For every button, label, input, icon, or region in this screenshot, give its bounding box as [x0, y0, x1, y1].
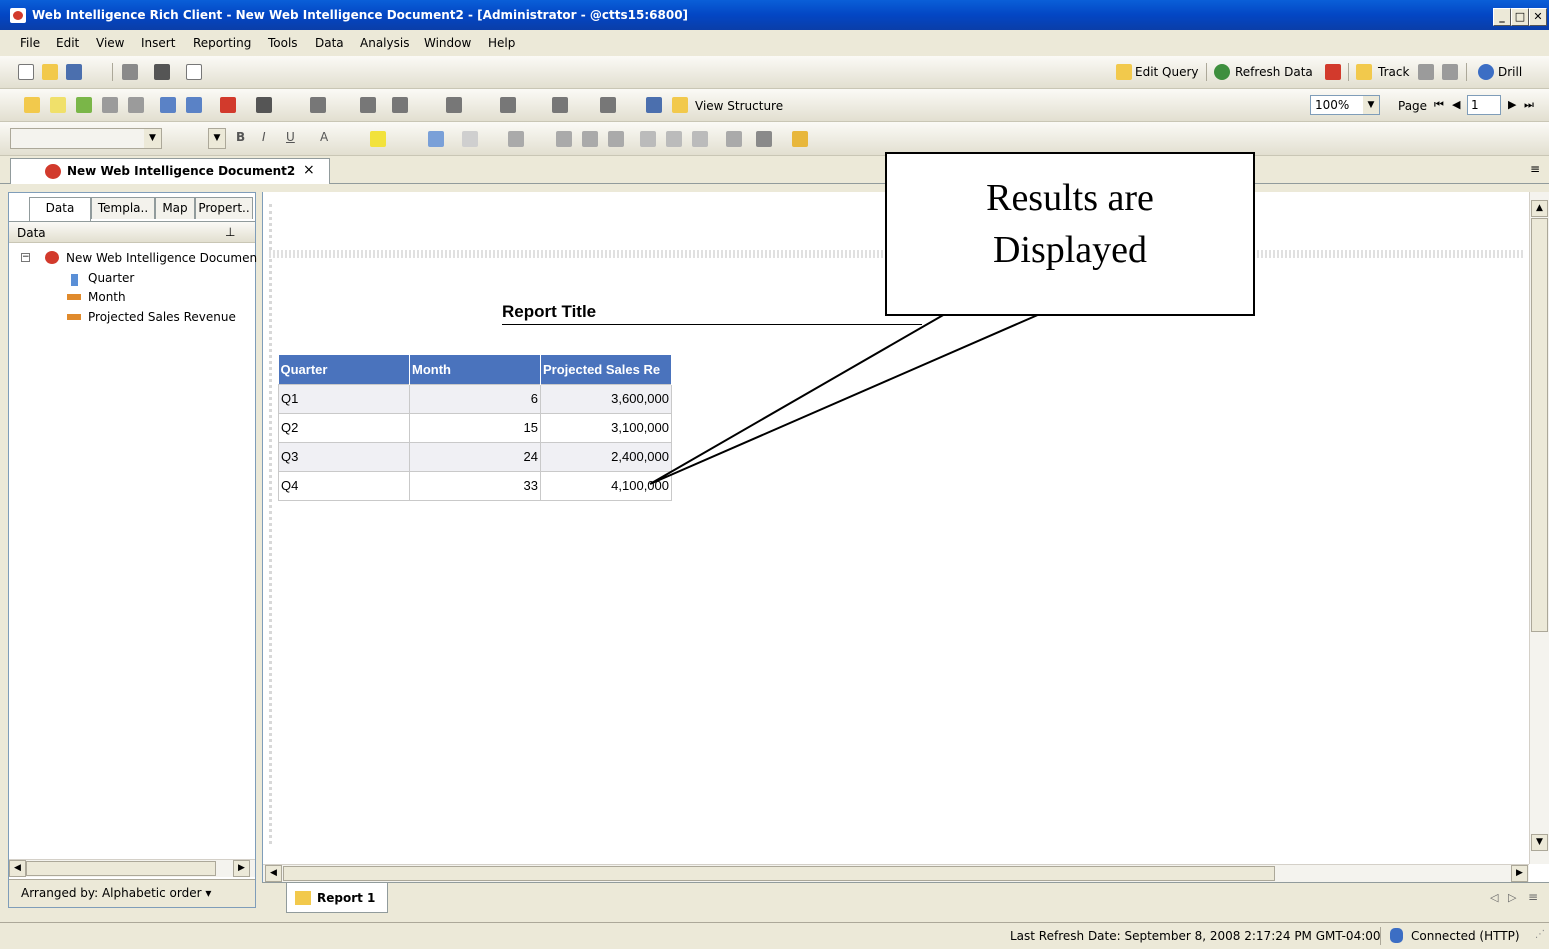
- callout-line-2: Displayed: [992, 229, 1148, 271]
- report-list-icon[interactable]: ≡: [1528, 890, 1538, 904]
- database-icon: [1390, 928, 1403, 943]
- report-icon: [295, 891, 311, 905]
- status-separator: [1380, 927, 1381, 945]
- previous-report-icon[interactable]: ◁: [1490, 891, 1498, 904]
- callout-line-1: Results are: [986, 177, 1154, 219]
- callout-pointer: [649, 313, 1041, 485]
- report-tab-bar: Report 1 ◁ ▷ ≡: [262, 882, 1549, 914]
- resize-grip-icon[interactable]: ⋰: [1535, 929, 1545, 940]
- last-refresh-date: Last Refresh Date: September 8, 2008 2:1…: [1010, 929, 1381, 943]
- app-window: Web Intelligence Rich Client - New Web I…: [0, 0, 1549, 949]
- next-report-icon[interactable]: ▷: [1508, 891, 1516, 904]
- status-bar: Last Refresh Date: September 8, 2008 2:1…: [0, 922, 1549, 949]
- connection-status: Connected (HTTP): [1411, 929, 1520, 943]
- report-tab-label: Report 1: [317, 891, 376, 905]
- report-tab[interactable]: Report 1: [286, 883, 388, 913]
- callout-box: Results are Displayed: [885, 152, 1255, 316]
